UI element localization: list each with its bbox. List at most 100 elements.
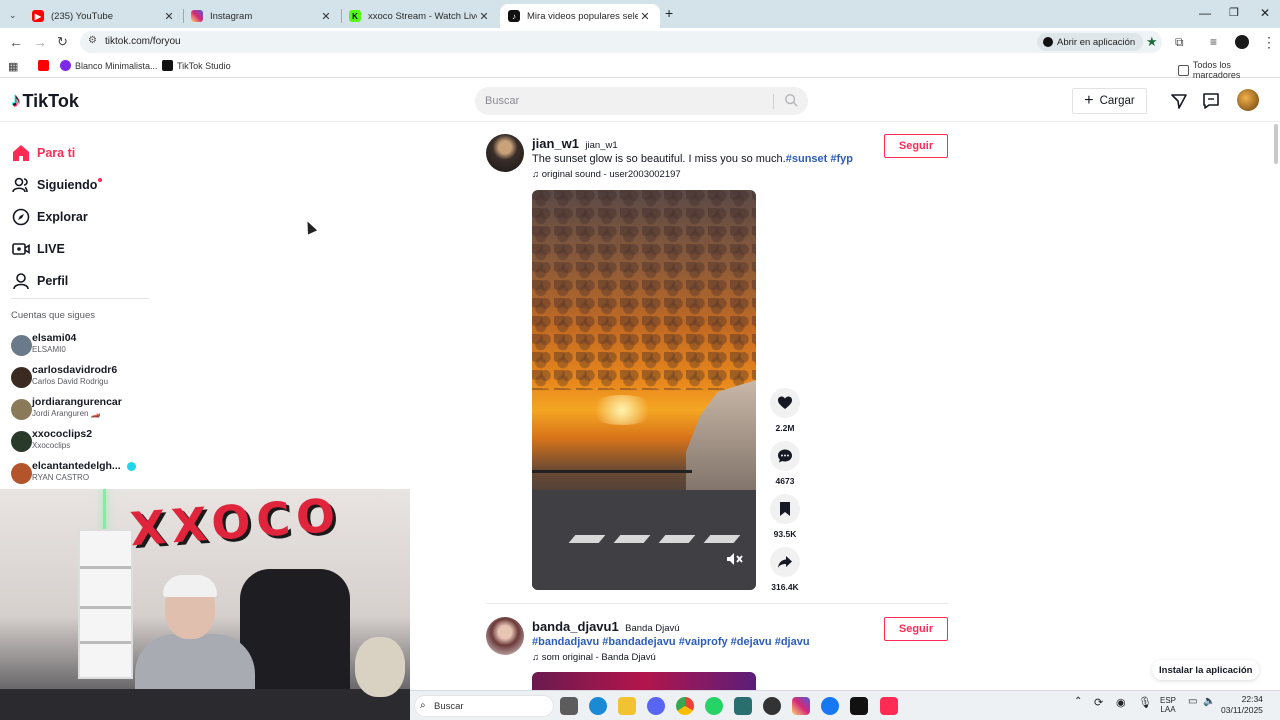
video-clouds <box>532 190 756 390</box>
profile-avatar-icon[interactable] <box>1235 35 1249 49</box>
inbox-icon[interactable] <box>1202 92 1220 110</box>
bookmark-tiktok-studio[interactable]: TikTok Studio <box>162 60 231 71</box>
share-button[interactable] <box>770 547 800 577</box>
whatsapp-icon[interactable] <box>705 697 723 715</box>
network-icon[interactable]: ▭ <box>1188 696 1197 707</box>
sidebar-item-live[interactable]: LIVE <box>11 233 151 265</box>
chrome-menu-icon[interactable]: ⋮ <box>1262 34 1276 50</box>
bookmark-youtube[interactable] <box>38 60 53 71</box>
video-railing <box>532 470 692 473</box>
facebook-icon[interactable] <box>821 697 839 715</box>
language-indicator[interactable]: ESP LAA <box>1160 696 1176 714</box>
followed-account-item[interactable]: elcantantedelgh... RYAN CASTRO <box>11 460 171 486</box>
muted-speaker-icon[interactable] <box>726 552 744 566</box>
tab-search-chevron-icon[interactable]: ⌄ <box>9 7 17 23</box>
share-icon <box>778 556 792 568</box>
close-window-icon[interactable]: ✕ <box>1260 6 1270 20</box>
show-hidden-icons-icon[interactable]: ⌃ <box>1074 696 1082 707</box>
bookmark-star-icon[interactable]: ★ <box>1146 34 1158 50</box>
all-bookmarks-folder[interactable]: Todos los marcadores <box>1178 60 1280 80</box>
search-input[interactable]: Buscar <box>475 87 808 115</box>
upload-button[interactable]: + Cargar <box>1072 88 1147 114</box>
task-view-icon[interactable] <box>560 697 578 715</box>
close-tab-icon[interactable]: ✕ <box>477 10 491 23</box>
post-hashtags[interactable]: #bandadjavu #bandadejavu #vaiprofy #deja… <box>532 636 810 648</box>
tab-instagram[interactable]: Instagram ✕ <box>183 4 341 28</box>
avatar[interactable] <box>486 134 524 172</box>
capture-app-icon[interactable] <box>734 697 752 715</box>
sidebar-item-para-ti[interactable]: Para ti <box>11 137 151 169</box>
post-author[interactable]: jian_w1 jian_w1 <box>532 135 618 153</box>
post-hashtags[interactable]: #sunset #fyp <box>786 153 853 165</box>
post-sound[interactable]: ♫ som original - Banda Djavú <box>532 652 656 663</box>
user-avatar[interactable] <box>1237 89 1259 111</box>
close-tab-icon[interactable]: ✕ <box>319 10 333 23</box>
volume-icon[interactable]: 🔈 <box>1203 696 1215 707</box>
search-icon[interactable] <box>784 93 798 107</box>
close-tab-icon[interactable]: ✕ <box>162 10 176 23</box>
bookmark-icon <box>780 502 790 516</box>
post-sound[interactable]: ♫ original sound - user2003002197 <box>532 169 681 180</box>
install-app-button[interactable]: Instalar la aplicación <box>1152 660 1260 680</box>
reload-icon[interactable]: ↻ <box>57 34 68 50</box>
follow-button[interactable]: Seguir <box>884 617 948 641</box>
avatar[interactable] <box>486 617 524 655</box>
obs-icon[interactable] <box>763 697 781 715</box>
nav-label: LIVE <box>37 242 65 256</box>
followed-account-item[interactable]: jordiarangurencar Jordi Aranguren 🏎️ <box>11 396 171 422</box>
extensions-icon[interactable]: ⧉ <box>1175 34 1184 50</box>
mouse-cursor <box>302 219 318 235</box>
followed-account-item[interactable]: xxococlips2 Xxococlips <box>11 428 171 454</box>
apps-grid-icon[interactable]: ▦ <box>8 60 18 73</box>
sidebar-item-explorar[interactable]: Explorar <box>11 201 151 233</box>
close-tab-icon[interactable]: ✕ <box>638 10 652 23</box>
sidebar-nav: Para ti Siguiendo Explorar LIVE Perfil <box>11 137 151 297</box>
restore-icon[interactable]: ❐ <box>1229 6 1239 19</box>
instagram-icon[interactable] <box>792 697 810 715</box>
tiktok-logo[interactable]: ♪ TikTok <box>11 90 79 112</box>
forward-icon[interactable]: → <box>33 34 47 50</box>
page-scrollbar[interactable] <box>1274 124 1278 164</box>
chrome-icon[interactable] <box>676 697 694 715</box>
url-field[interactable]: ⚙ tiktok.com/foryou Abrir en aplicación … <box>80 31 1162 53</box>
video-buildings <box>686 380 756 500</box>
tab-youtube[interactable]: ▶ (235) YouTube ✕ <box>24 4 184 28</box>
new-tab-button[interactable]: + <box>665 5 673 21</box>
follow-button[interactable]: Seguir <box>884 134 948 158</box>
edge-icon[interactable] <box>589 697 607 715</box>
bookmarks-bar: ▦ Blanco Minimalista... TikTok Studio To… <box>0 56 1280 80</box>
video-player[interactable] <box>532 672 756 692</box>
sidebar-item-perfil[interactable]: Perfil <box>11 265 151 297</box>
like-button[interactable] <box>770 388 800 418</box>
file-explorer-icon[interactable] <box>618 697 636 715</box>
followed-account-item[interactable]: elsami04 ELSAMI0 <box>11 332 171 358</box>
all-bookmarks-label: Todos los marcadores <box>1192 60 1241 80</box>
followed-account-item[interactable]: carlosdavidrodr6 Carlos David Rodrigu <box>11 364 171 390</box>
microphone-icon[interactable]: 🎙 <box>1138 696 1152 709</box>
sidebar-item-siguiendo[interactable]: Siguiendo <box>11 169 151 201</box>
tab-kick[interactable]: K xxoco Stream - Watch Live on K ✕ <box>341 4 499 28</box>
video-player[interactable] <box>532 190 756 590</box>
site-info-icon[interactable]: ⚙ <box>88 35 97 46</box>
youtube-favicon-icon: ▶ <box>32 10 44 22</box>
comment-icon <box>778 449 792 463</box>
comment-button[interactable] <box>770 441 800 471</box>
media-controls-icon[interactable]: ≡ <box>1210 34 1217 50</box>
nav-label: Para ti <box>37 146 76 160</box>
app-tray-icon[interactable]: ◉ <box>1116 696 1126 709</box>
post-author[interactable]: banda_djavu1 Banda Djavú <box>532 618 680 636</box>
bookmark-canva[interactable]: Blanco Minimalista... <box>60 60 158 71</box>
discord-icon[interactable] <box>647 697 665 715</box>
save-button[interactable] <box>770 494 800 524</box>
back-icon[interactable]: ← <box>9 34 23 50</box>
tab-tiktok[interactable]: ♪ Mira videos populares seleccio ✕ <box>500 4 660 28</box>
minimize-icon[interactable]: — <box>1199 6 1211 20</box>
taskbar-search-input[interactable]: ⌕ Buscar <box>414 695 554 717</box>
tiktok-live-studio-icon[interactable] <box>880 697 898 715</box>
sync-icon[interactable]: ⟳ <box>1094 696 1103 709</box>
tiktok-icon[interactable] <box>850 697 868 715</box>
new-activity-dot <box>98 178 103 182</box>
send-message-icon[interactable] <box>1170 92 1188 110</box>
system-clock[interactable]: 22:34 03/11/2025 <box>1221 694 1263 716</box>
open-in-app-button[interactable]: Abrir en aplicación <box>1037 33 1144 51</box>
